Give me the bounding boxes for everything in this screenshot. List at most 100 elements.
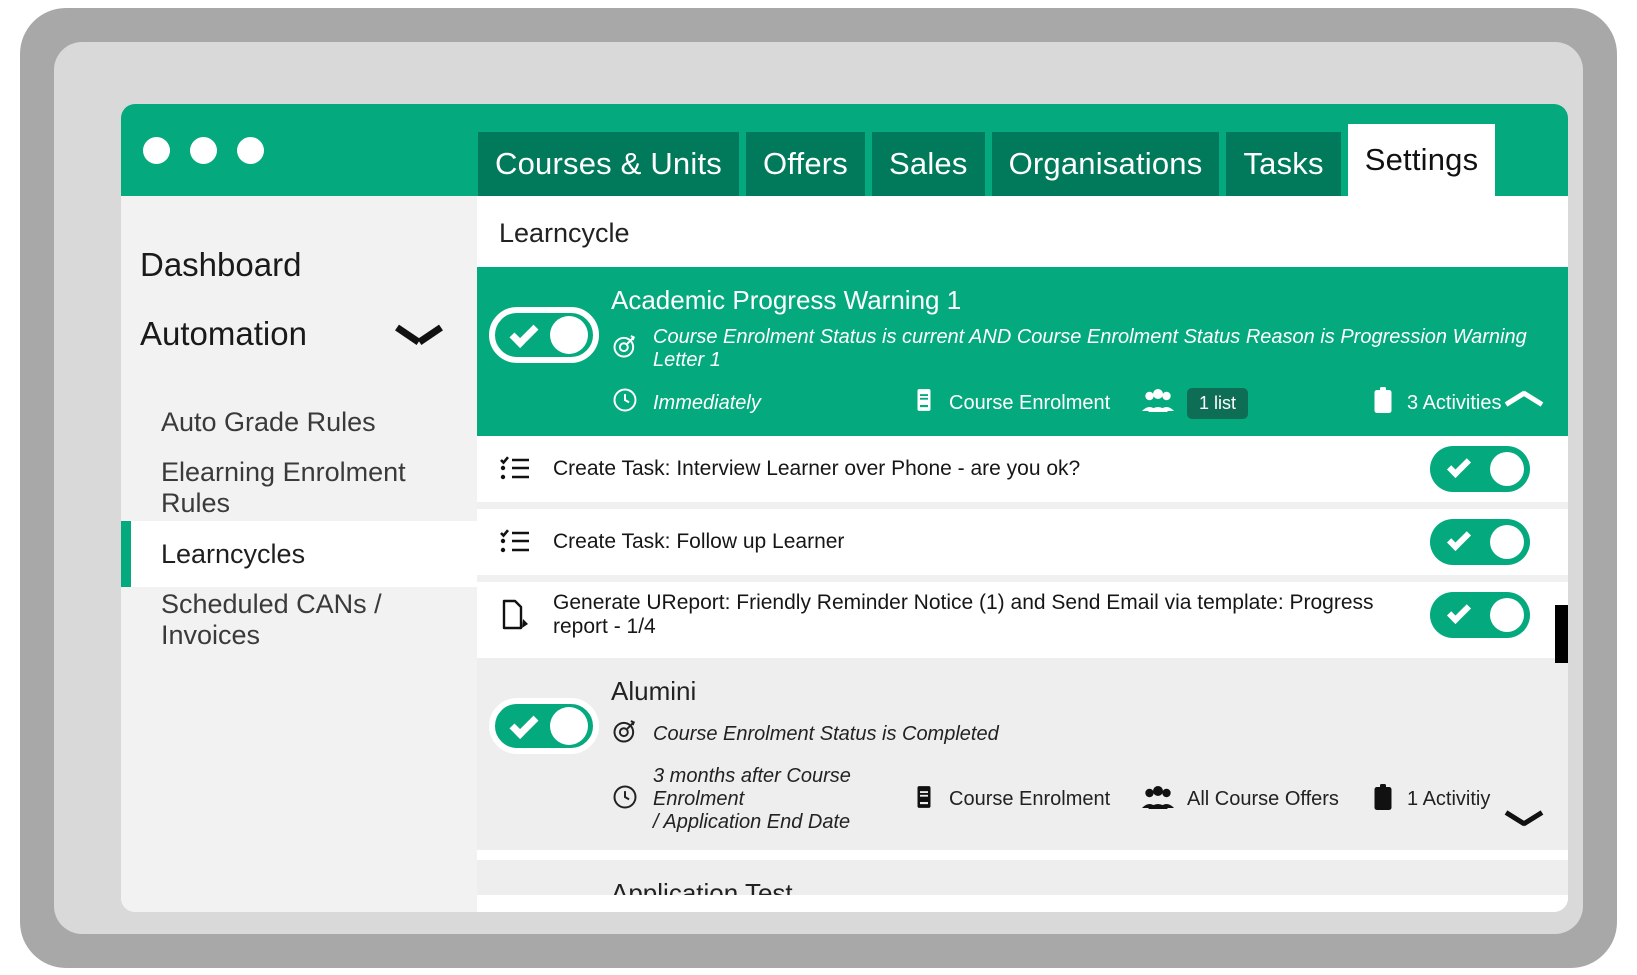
learncycle-activities-text: 1 Activitiy: [1407, 788, 1491, 810]
toggle-knob: [1490, 452, 1524, 486]
activity-label: Generate UReport: Friendly Reminder Noti…: [553, 591, 1374, 638]
sidebar-item-automation[interactable]: Automation: [121, 303, 477, 365]
learncycle-audience-text: All Course Offers: [1187, 788, 1339, 810]
tab-courses-units[interactable]: Courses & Units: [478, 132, 739, 196]
window-dot-maximize[interactable]: [237, 136, 264, 164]
chevron-down-icon[interactable]: [1506, 808, 1542, 828]
toggle-knob: [550, 707, 588, 745]
learncycle-name: Alumini: [611, 676, 697, 706]
tab-tasks[interactable]: Tasks: [1226, 132, 1341, 196]
activity-row[interactable]: Generate UReport: Friendly Reminder Noti…: [477, 582, 1568, 648]
toggle-knob: [1490, 598, 1524, 632]
sidebar: Dashboard Automation Auto Grade Rules El…: [121, 196, 477, 912]
learncycle-meta-row: Immediately Course Enrolment 1 list 3 Ac…: [611, 386, 1561, 420]
sidebar-item-auto-grade-rules[interactable]: Auto Grade Rules: [121, 389, 477, 455]
sidebar-subnav: Auto Grade Rules Elearning Enrolment Rul…: [121, 389, 477, 653]
tab-sales[interactable]: Sales: [872, 132, 985, 196]
main-content: Learncycle Academic Progress Warning 1 C…: [477, 196, 1568, 912]
activity-row[interactable]: Create Task: Interview Learner over Phon…: [477, 436, 1568, 502]
activity-enable-toggle[interactable]: [1430, 519, 1530, 565]
learncycle-audience: All Course Offers: [1141, 784, 1371, 816]
learncycle-meta-row: 3 months after Course Enrolment / Applic…: [611, 765, 1561, 834]
card-body: Application Test Appli: [611, 876, 1568, 895]
clock-icon: [611, 783, 639, 817]
target-icon: [611, 717, 639, 751]
chevron-up-icon[interactable]: [1506, 394, 1542, 414]
window-dot-minimize[interactable]: [190, 136, 217, 164]
activity-divider: [477, 575, 1568, 582]
clipboard-icon: [1371, 386, 1395, 420]
sidebar-subitem-label: Auto Grade Rules: [161, 406, 376, 437]
learncycle-entity-text: Course Enrolment: [949, 391, 1111, 414]
checklist-icon: [499, 527, 553, 557]
activity-divider: [477, 502, 1568, 509]
check-icon: [509, 319, 539, 348]
window-titlebar: Courses & Units Offers Sales Organisatio…: [121, 104, 1568, 196]
toggle-knob: [550, 316, 588, 354]
browser-window: Courses & Units Offers Sales Organisatio…: [121, 104, 1568, 912]
check-icon: [1446, 453, 1472, 479]
toggle-knob: [1490, 525, 1524, 559]
learncycle-timing-text: Immediately: [653, 391, 761, 414]
window-controls: [143, 136, 264, 164]
learncycle-condition-row: Course Enrolment Status is current AND C…: [611, 326, 1561, 372]
learncycle-card[interactable]: Alumini Course Enrolment Status is Compl…: [477, 658, 1568, 850]
activity-label: Create Task: Interview Learner over Phon…: [553, 457, 1081, 480]
learncycle-name: Academic Progress Warning 1: [611, 285, 962, 315]
book-icon: [911, 784, 937, 816]
learncycle-enable-toggle[interactable]: [489, 307, 599, 363]
timing-line-2: / Application End Date: [653, 811, 851, 833]
sidebar-subitem-label: Elearning Enrolment Rules: [161, 457, 406, 518]
people-icon: [1141, 387, 1175, 419]
window-body: Dashboard Automation Auto Grade Rules El…: [121, 196, 1568, 912]
activity-enable-toggle[interactable]: [1430, 446, 1530, 492]
learncycle-activities-text: 3 Activities: [1407, 391, 1502, 414]
clock-icon: [611, 386, 639, 420]
device-frame: Courses & Units Offers Sales Organisatio…: [20, 8, 1617, 968]
learncycle-enable-toggle[interactable]: [489, 698, 599, 754]
learncycle-list: Academic Progress Warning 1 Course Enrol…: [477, 249, 1568, 895]
sidebar-item-scheduled-cans-invoices[interactable]: Scheduled CANs / Invoices: [121, 587, 477, 653]
sidebar-automation-label: Automation: [140, 315, 307, 352]
learncycle-name: Application Test: [611, 878, 793, 895]
learncycle-card[interactable]: Academic Progress Warning 1 Course Enrol…: [477, 267, 1568, 436]
learncycle-entity: Course Enrolment: [911, 387, 1141, 419]
vertical-scrollbar-thumb[interactable]: [1555, 605, 1568, 663]
learncycle-audience-badge: 1 list: [1187, 387, 1249, 419]
card-body: Academic Progress Warning 1 Course Enrol…: [611, 283, 1568, 420]
learncycle-audience: 1 list: [1141, 387, 1371, 419]
tab-settings[interactable]: Settings: [1347, 124, 1496, 196]
learncycle-condition-row: Course Enrolment Status is Completed: [611, 717, 1561, 751]
card-toggle-wrap: [477, 674, 611, 754]
target-icon: [611, 332, 639, 366]
sidebar-dashboard-label: Dashboard: [140, 246, 302, 283]
card-body: Alumini Course Enrolment Status is Compl…: [611, 674, 1568, 834]
tab-organisations[interactable]: Organisations: [991, 132, 1220, 196]
book-icon: [911, 387, 937, 419]
cards-container: Academic Progress Warning 1 Course Enrol…: [477, 267, 1568, 895]
learncycle-condition-text: Course Enrolment Status is current AND C…: [653, 326, 1527, 371]
clipboard-icon: [1371, 783, 1395, 817]
page-title: Learncycle: [499, 218, 630, 248]
activity-enable-toggle[interactable]: [1430, 592, 1530, 638]
people-icon: [1141, 784, 1175, 816]
window-dot-close[interactable]: [143, 136, 170, 164]
sidebar-item-elearning-enrolment-rules[interactable]: Elearning Enrolment Rules: [121, 455, 477, 521]
timing-line-1: 3 months after Course Enrolment: [653, 765, 851, 810]
learncycle-timing: 3 months after Course Enrolment / Applic…: [611, 765, 911, 834]
chevron-down-icon[interactable]: [397, 322, 441, 346]
sidebar-item-learncycles[interactable]: Learncycles: [121, 521, 477, 587]
tab-offers[interactable]: Offers: [745, 132, 866, 196]
learncycle-card[interactable]: Application Test Appli: [477, 860, 1568, 895]
card-toggle-wrap: [477, 876, 611, 895]
check-icon: [509, 710, 539, 739]
check-icon: [1446, 526, 1472, 552]
activity-label: Create Task: Follow up Learner: [553, 530, 845, 553]
main-tabs: Courses & Units Offers Sales Organisatio…: [478, 124, 1496, 196]
check-icon: [1446, 599, 1472, 625]
activity-row[interactable]: Create Task: Follow up Learner: [477, 509, 1568, 575]
sidebar-item-dashboard[interactable]: Dashboard: [121, 234, 477, 296]
learncycle-entity-text: Course Enrolment: [949, 788, 1111, 810]
sidebar-subitem-label: Scheduled CANs / Invoices: [161, 589, 382, 650]
checklist-icon: [499, 454, 553, 484]
